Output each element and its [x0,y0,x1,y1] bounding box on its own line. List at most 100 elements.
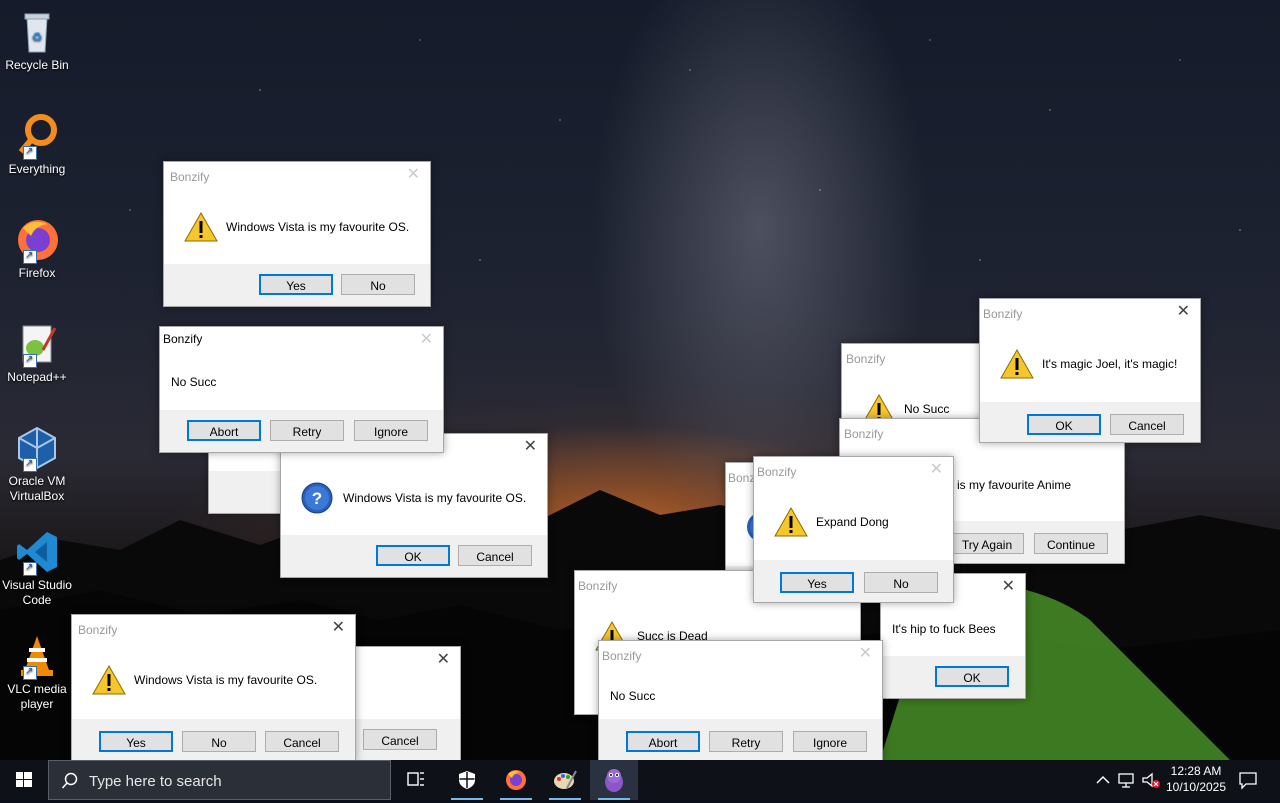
notifications-icon[interactable] [1238,770,1258,790]
close-icon[interactable]: ✕ [1002,578,1015,596]
close-icon[interactable]: ✕ [859,645,872,663]
dialog-title: Bonzify [846,352,886,366]
desktop-icon-virtualbox[interactable]: Oracle VM VirtualBox [0,424,74,504]
bonzify-dialog-partial[interactable]: ✕ Cancel [352,646,461,762]
network-icon[interactable] [1117,770,1137,790]
cancel-button[interactable]: Cancel [363,729,437,750]
close-icon[interactable]: ✕ [407,166,420,184]
ignore-button[interactable]: Ignore [793,731,867,752]
desktop-icon-vlc[interactable]: VLC media player [0,632,74,712]
cancel-button[interactable]: Cancel [458,545,532,566]
desktop-icon-firefox[interactable]: Firefox [0,216,74,281]
dialog-footer: Yes No [754,560,953,602]
desktop-icon-vscode[interactable]: Visual Studio Code [0,528,74,608]
dialog-title: Bonzify [78,623,118,637]
ok-button[interactable]: OK [376,545,450,566]
dialog-message: Windows Vista is my favourite OS. [343,491,527,505]
bonzify-dialog[interactable]: Bonzify ✕ No Succ Abort Retry Ignore [598,640,883,762]
dialog-footer: OK Cancel [980,402,1200,442]
bonzify-dialog[interactable]: ✕ ? Windows Vista is my favourite OS. OK… [280,433,548,578]
close-icon[interactable]: ✕ [1177,303,1190,321]
yes-button[interactable]: Yes [259,274,333,295]
yes-button[interactable]: Yes [780,572,854,593]
close-icon[interactable]: ✕ [437,651,450,669]
ok-button[interactable]: OK [935,666,1009,687]
no-button[interactable]: No [341,274,415,295]
close-icon[interactable]: ✕ [524,438,537,456]
dialog-title: Bonzify [163,332,203,346]
firefox-icon [18,220,58,260]
bonzify-dialog[interactable]: Bonzify ✕ Windows Vista is my favourite … [163,161,431,307]
search-placeholder: Type here to search [89,773,222,790]
security-shield-icon [459,771,475,789]
volume-muted-icon[interactable] [1141,770,1161,790]
clock-date: 10/10/2025 [1165,780,1227,794]
yes-button[interactable]: Yes [99,731,173,752]
desktop-icon-label: Everything [8,162,66,176]
firefox-icon [506,770,526,790]
dialog-message: Windows Vista is my favourite OS. [134,673,318,687]
try-again-button[interactable]: Try Again [950,533,1024,554]
dialog-message: Windows Vista is my favourite OS. [226,220,410,234]
bonzi-buddy-icon [605,769,623,792]
dialog-footer: Cancel [353,719,460,761]
abort-button[interactable]: Abort [626,731,700,752]
everything-search-icon [18,114,57,154]
dialog-message: No Succ [610,689,656,703]
desktop-icon-label: VLC media player [7,682,67,711]
taskbar-paint[interactable] [541,760,589,800]
paint-icon [554,770,577,789]
bonzify-dialog[interactable]: Bonzify ✕ No Succ Abort Retry Ignore [159,326,444,453]
dialog-footer: Yes No Cancel [72,719,355,761]
dialog-message: It's magic Joel, it's magic! [1042,357,1178,371]
taskbar-task-view[interactable] [392,760,440,800]
question-icon: ? [301,482,333,514]
warning-icon [774,507,808,537]
cancel-button[interactable]: Cancel [265,731,339,752]
cancel-button[interactable]: Cancel [1110,414,1184,435]
taskbar-security[interactable] [443,760,491,800]
chevron-up-icon[interactable] [1093,770,1113,790]
search-icon [61,772,78,789]
dialog-footer: Abort Retry Ignore [599,719,882,761]
no-button[interactable]: No [182,731,256,752]
taskbar-clock[interactable]: 12:28 AM 10/10/2025 [1160,763,1232,795]
vlc-icon [21,636,53,676]
bonzify-dialog[interactable]: Bonzify ✕ Windows Vista is my favourite … [71,614,356,762]
desktop-icon-label: Notepad++ [7,370,67,384]
dialog-footer: Yes No [164,264,430,306]
retry-button[interactable]: Retry [270,420,344,441]
ignore-button[interactable]: Ignore [354,420,428,441]
close-icon[interactable]: ✕ [420,331,433,349]
start-button[interactable] [0,760,48,800]
taskbar-firefox[interactable] [492,760,540,800]
desktop-icon-everything[interactable]: Everything [0,112,74,177]
dialog-title: Bonzify [170,170,210,184]
taskbar: Type here to search 12:28 AM 10/10/2025 [0,760,1280,800]
warning-icon [184,212,218,242]
desktop-icon-label: Firefox [18,266,56,280]
bonzify-dialog[interactable]: Bonzify ✕ It's magic Joel, it's magic! O… [979,298,1201,443]
windows-logo-icon [16,772,32,787]
task-view-icon [407,772,424,786]
desktop-icon-label: Oracle VM VirtualBox [8,474,66,503]
dialog-footer: OK Cancel [281,535,547,577]
close-icon[interactable]: ✕ [332,619,345,637]
desktop-icon-notepadpp[interactable]: Notepad++ [0,320,74,385]
bonzify-dialog[interactable]: Bonzify No Succ [841,343,993,425]
warning-icon [92,665,126,695]
abort-button[interactable]: Abort [187,420,261,441]
dialog-message: Expand Dong [816,515,889,529]
dialog-footer: OK [881,656,1025,698]
taskbar-search-box[interactable]: Type here to search [48,760,391,800]
no-button[interactable]: No [864,572,938,593]
bonzify-dialog[interactable]: Bonzify ✕ Expand Dong Yes No [753,456,954,603]
retry-button[interactable]: Retry [709,731,783,752]
desktop-icon-recycle-bin[interactable]: ♻ Recycle Bin [0,8,74,73]
dialog-title: Bonzify [602,649,642,663]
ok-button[interactable]: OK [1027,414,1101,435]
taskbar-bonzi-buddy[interactable] [590,760,638,800]
dialog-footer: Abort Retry Ignore [160,410,443,452]
close-icon[interactable]: ✕ [930,461,943,479]
continue-button[interactable]: Continue [1034,533,1108,554]
